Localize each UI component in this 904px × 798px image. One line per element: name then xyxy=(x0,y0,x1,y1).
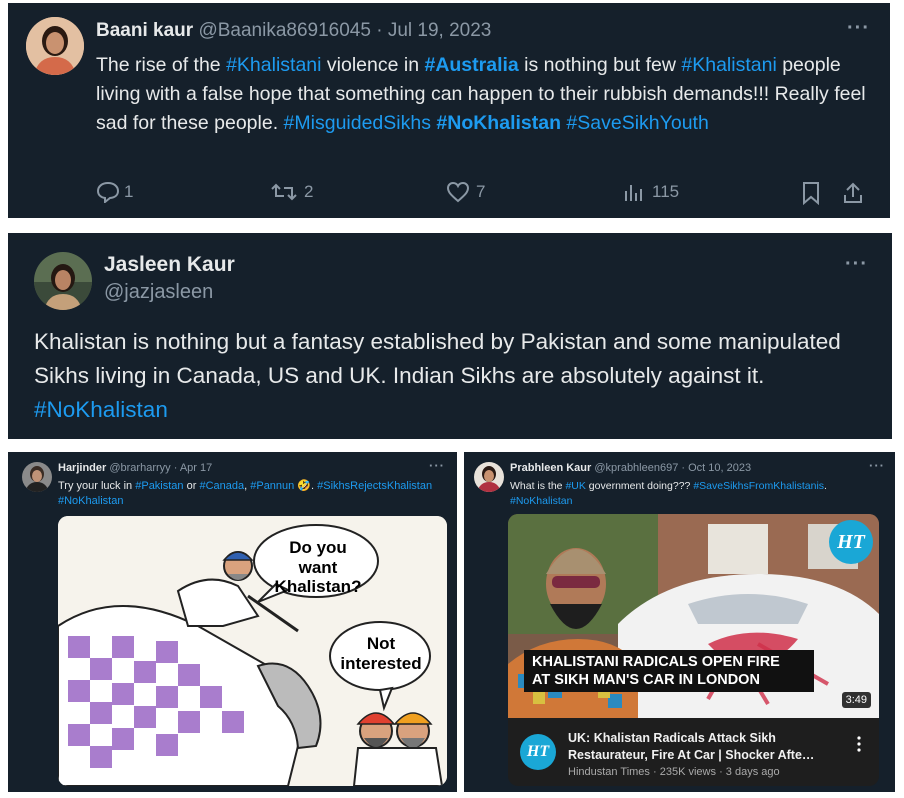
author-name[interactable]: Harjinder xyxy=(58,462,106,474)
video-duration: 3:49 xyxy=(841,692,871,708)
hashtag-link[interactable]: #NoKhalistan xyxy=(510,495,572,507)
analytics-icon xyxy=(625,185,642,201)
tweet-card-baani: Baani kaur @Baanika86916045 · Jul 19, 20… xyxy=(8,3,890,218)
video-card[interactable]: HT KHALISTANI RADICALS OPEN FIRE AT SIKH… xyxy=(508,514,879,786)
heart-icon xyxy=(446,181,470,203)
speech-bubble-answer: Not interested xyxy=(340,634,422,673)
emoji: 🤣. xyxy=(294,480,318,492)
hashtag-link[interactable]: #SaveSikhYouth xyxy=(566,112,708,134)
views-button[interactable]: 115 xyxy=(622,181,679,203)
share-icon xyxy=(844,182,862,203)
repost-icon xyxy=(271,183,297,201)
tweet-text: What is the #UK government doing??? #Sav… xyxy=(510,480,827,507)
hashtag-link[interactable]: #Pakistan xyxy=(135,480,183,492)
hashtag-link[interactable]: #NoKhalistan xyxy=(34,397,168,422)
channel-avatar[interactable]: HT xyxy=(520,734,556,770)
hashtag-link[interactable]: #SikhsRejectsKhalistan xyxy=(317,480,432,492)
more-options-icon[interactable]: ··· xyxy=(845,253,868,276)
like-button[interactable]: 7 xyxy=(446,181,485,203)
author-handle[interactable]: @kprabhleen697 xyxy=(594,462,678,474)
avatar[interactable] xyxy=(22,462,52,492)
share-button[interactable] xyxy=(842,181,864,205)
tweet-card-harjinder: Harjinder @brarharryy · Apr 17 ··· Try y… xyxy=(8,452,457,792)
separator-dot: · xyxy=(653,766,657,778)
more-options-icon[interactable]: ··· xyxy=(429,458,445,473)
separator-dot: · xyxy=(719,766,723,778)
author-name[interactable]: Prabhleen Kaur xyxy=(510,462,591,474)
author-handle[interactable]: @Baanika86916045 xyxy=(198,20,370,41)
video-menu-icon[interactable] xyxy=(857,736,861,752)
separator-dot: · xyxy=(173,462,178,474)
hashtag-link[interactable]: #NoKhalistan xyxy=(436,112,561,134)
author-handle[interactable]: @brarharryy xyxy=(109,462,170,474)
separator-dot: · xyxy=(376,20,383,41)
video-title[interactable]: UK: Khalistan Radicals Attack Sikh Resta… xyxy=(568,730,848,764)
reply-icon xyxy=(96,181,120,203)
hashtag-link[interactable]: #NoKhalistan xyxy=(58,495,123,507)
reply-count: 1 xyxy=(124,182,134,201)
video-views: 235K views xyxy=(659,766,716,778)
hashtag-link[interactable]: #MisguidedSikhs xyxy=(284,112,431,134)
channel-name[interactable]: Hindustan Times xyxy=(568,766,650,778)
hashtag-link[interactable]: #Canada xyxy=(199,480,244,492)
hashtag-link[interactable]: #Australia xyxy=(424,54,518,76)
author-name[interactable]: Jasleen Kaur xyxy=(104,253,235,277)
tweet-date[interactable]: Oct 10, 2023 xyxy=(688,462,751,474)
video-headline: KHALISTANI RADICALS OPEN FIRE AT SIKH MA… xyxy=(524,650,814,692)
video-age: 3 days ago xyxy=(725,766,780,778)
hashtag-link[interactable]: #Pannun xyxy=(250,480,294,492)
tweet-text: The rise of the #Khalistani violence in … xyxy=(96,54,866,134)
cartoon-image[interactable]: Do you want Khalistan? Not interested xyxy=(58,516,447,786)
bookmark-icon xyxy=(803,182,819,205)
speech-bubble-question: Do you want Khalistan? xyxy=(274,538,362,597)
hashtag-link[interactable]: #UK xyxy=(565,480,585,492)
author-name[interactable]: Baani kaur xyxy=(96,20,193,41)
tweet-card-prabhleen: Prabhleen Kaur @kprabhleen697 · Oct 10, … xyxy=(464,452,895,792)
author-handle[interactable]: @jazjasleen xyxy=(104,281,213,304)
avatar[interactable] xyxy=(474,462,504,492)
avatar[interactable] xyxy=(34,252,92,310)
hashtag-link[interactable]: #Khalistani xyxy=(681,54,776,76)
hashtag-link[interactable]: #Khalistani xyxy=(226,54,321,76)
tweet-date[interactable]: Jul 19, 2023 xyxy=(388,20,492,41)
avatar[interactable] xyxy=(26,17,84,75)
tweet-card-jasleen: Jasleen Kaur @jazjasleen ··· Khalistan i… xyxy=(8,233,892,439)
more-options-icon[interactable]: ··· xyxy=(847,17,870,40)
tweet-text: Try your luck in #Pakistan or #Canada, #… xyxy=(58,480,433,507)
views-count: 115 xyxy=(652,182,680,201)
tweet-date[interactable]: Apr 17 xyxy=(180,462,212,474)
reply-button[interactable]: 1 xyxy=(96,181,133,203)
hashtag-link[interactable]: #SaveSikhsFromKhalistanis xyxy=(693,480,824,492)
like-count: 7 xyxy=(476,182,486,201)
repost-count: 2 xyxy=(304,182,314,201)
repost-button[interactable]: 2 xyxy=(270,181,313,203)
video-thumbnail[interactable]: HT KHALISTANI RADICALS OPEN FIRE AT SIKH… xyxy=(508,514,879,718)
tweet-text: Khalistan is nothing but a fantasy estab… xyxy=(34,329,841,422)
bookmark-button[interactable] xyxy=(801,181,821,205)
separator-dot: · xyxy=(681,462,686,474)
more-options-icon[interactable]: ··· xyxy=(869,458,885,473)
channel-logo: HT xyxy=(829,520,873,564)
